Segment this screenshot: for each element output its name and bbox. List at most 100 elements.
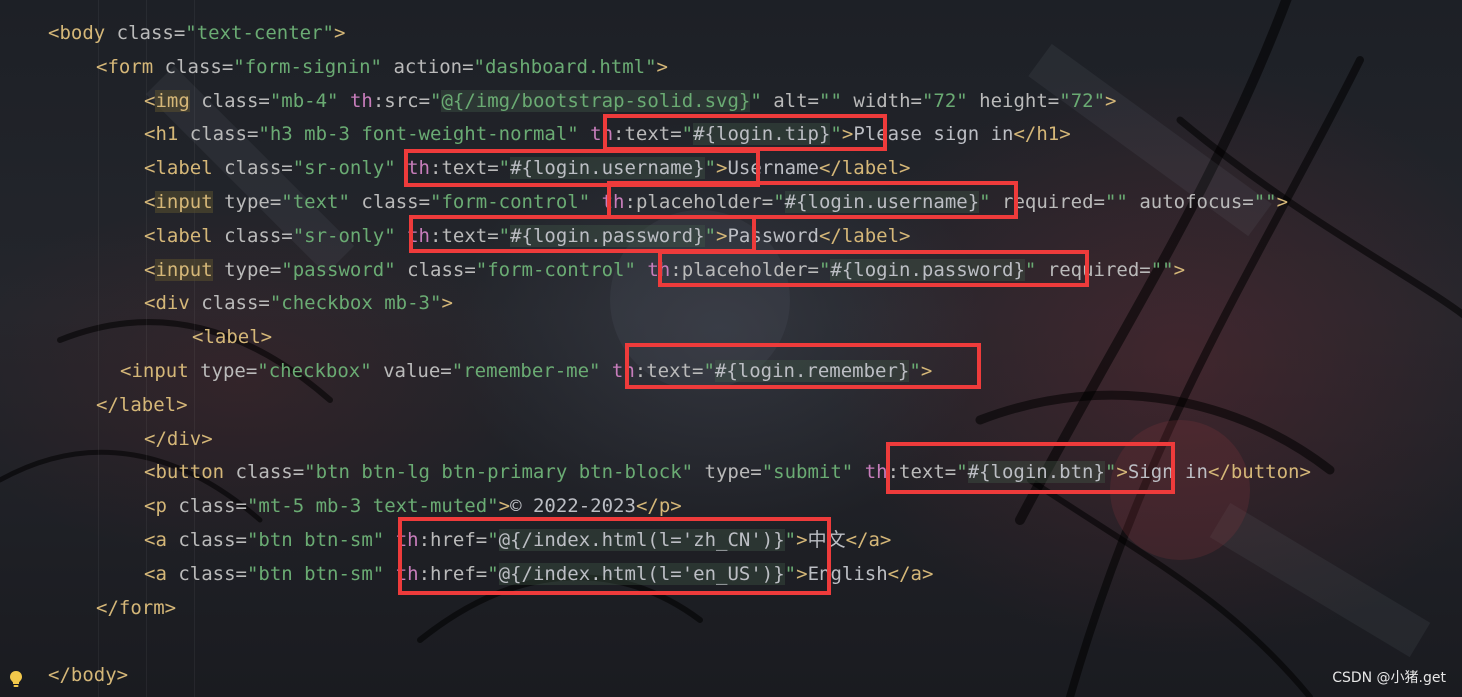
code-token: class= (166, 495, 247, 518)
code-token: class= (166, 529, 247, 551)
code-token: </div> (144, 427, 213, 450)
code-token: </label> (818, 157, 911, 180)
code-token: :src= (372, 89, 431, 112)
code-token: © 2022-2023 (510, 495, 636, 518)
lightbulb-icon[interactable] (9, 670, 23, 688)
code-token: @{/img/bootstrap-solid.svg} (441, 89, 751, 112)
code-token: class= (189, 89, 270, 112)
code-token: "checkbox" (257, 360, 372, 382)
code-token: "form-signin" (233, 55, 382, 78)
code-token: type= (212, 258, 282, 281)
code-token: class= (153, 55, 234, 78)
code-token: </p> (635, 495, 682, 518)
code-token: " (430, 89, 442, 112)
code-token: </form> (96, 596, 177, 619)
code-token: action= (382, 55, 474, 78)
code-token: <label (144, 157, 213, 180)
code-token: "" (1104, 191, 1128, 213)
code-token: "form-control" (430, 191, 591, 213)
code-token: "" (1150, 258, 1174, 281)
code-line[interactable]: <label> (192, 322, 272, 352)
code-token: input (155, 258, 213, 281)
code-token: </body> (48, 664, 129, 687)
code-token: "72" (1059, 89, 1106, 112)
code-token: img (155, 89, 190, 112)
code-token: <button (144, 461, 225, 484)
code-token: <body (48, 22, 106, 44)
code-token: > (1105, 89, 1117, 112)
code-token: > (656, 55, 668, 78)
code-token: "mb-4" (269, 89, 339, 112)
code-token: <p (144, 495, 167, 518)
code-token: type= (212, 191, 282, 213)
code-token: "remember-me" (451, 360, 601, 382)
code-token: height= (967, 89, 1060, 112)
code-token: alt= (761, 89, 819, 112)
watermark-text: CSDN @小猪.get (1332, 670, 1446, 686)
code-token: width= (841, 89, 922, 112)
code-token: "" (819, 89, 842, 112)
code-token: </h1> (1013, 123, 1071, 146)
code-token: class= (105, 22, 186, 44)
code-token: input (155, 191, 213, 213)
code-token: class= (166, 562, 247, 585)
code-token: < (144, 258, 156, 281)
code-token: <a (144, 562, 167, 585)
code-line[interactable]: <form class="form-signin" action="dashbo… (96, 52, 668, 82)
code-token: class= (212, 224, 293, 247)
code-token: "checkbox mb-3" (269, 292, 442, 315)
code-token: </label> (818, 224, 911, 247)
code-token: > (1276, 191, 1289, 213)
code-token: </button> (1207, 461, 1311, 484)
annotation-box-login-username-placeholder (607, 181, 1018, 219)
code-token: class= (224, 461, 305, 484)
code-token: </label> (96, 393, 188, 416)
code-token: "72" (921, 89, 968, 112)
code-line[interactable]: <img class="mb-4" th:src="@{/img/bootstr… (144, 86, 1116, 116)
code-token: <label> (192, 326, 273, 349)
code-token: > (334, 22, 346, 44)
code-token: < (144, 191, 156, 213)
annotation-box-login-btn (886, 442, 1175, 494)
code-token: "btn btn-lg btn-primary btn-block" (304, 461, 694, 484)
code-token: class= (189, 292, 270, 315)
code-token: type= (693, 461, 762, 484)
annotation-box-locale-links (398, 517, 831, 595)
code-token: > (1173, 258, 1186, 281)
code-line[interactable]: </div> (144, 424, 213, 454)
code-token: "form-control" (475, 258, 636, 281)
code-line[interactable]: <body class="text-center"> (48, 18, 345, 48)
code-token: "" (1253, 191, 1277, 213)
code-token: "submit" (761, 461, 854, 484)
annotation-box-login-remember (625, 343, 981, 389)
code-token: class= (178, 123, 259, 146)
code-token: "h3 mb-3 font-weight-normal" (258, 123, 579, 146)
code-token: type= (188, 360, 258, 382)
code-token: "mt-5 mb-3 text-muted" (246, 495, 499, 518)
code-token: class= (395, 258, 476, 281)
code-token: <a (144, 529, 167, 551)
annotation-box-login-password-placeholder (658, 250, 1089, 287)
code-token: <form (96, 55, 154, 78)
code-token: class= (212, 157, 293, 180)
code-token: value= (371, 360, 452, 382)
code-token: autofocus= (1127, 191, 1254, 213)
code-token: <h1 (144, 123, 179, 146)
code-token: <label (144, 224, 213, 247)
annotation-box-login-password-label (409, 215, 756, 253)
code-token: "sr-only" (292, 157, 396, 180)
code-line[interactable]: </body> (48, 660, 128, 690)
code-token: < (144, 89, 156, 112)
code-token: class= (349, 191, 431, 213)
code-line[interactable]: <div class="checkbox mb-3"> (144, 288, 453, 318)
code-line[interactable]: </form> (96, 593, 176, 623)
code-line[interactable]: </label> (96, 390, 188, 420)
code-token: "text" (281, 191, 350, 213)
code-token: <input (120, 360, 189, 382)
code-token: th (338, 89, 373, 112)
code-token: "btn btn-sm" (246, 529, 385, 551)
code-token: "password" (281, 258, 396, 281)
code-token: > (498, 495, 511, 518)
code-token: <div (144, 292, 190, 315)
annotation-box-login-tip (603, 114, 887, 151)
